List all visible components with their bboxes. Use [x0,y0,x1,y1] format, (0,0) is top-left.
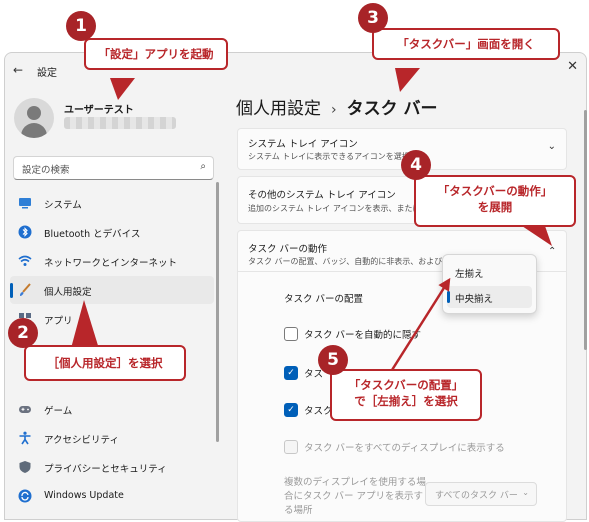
card-title: システム トレイ アイコン [248,139,358,150]
main-scrollbar[interactable] [584,110,587,350]
sidebar-item-label: ゲーム [44,406,73,417]
sidebar-item-accessibility[interactable]: アクセシビリティ [10,424,214,452]
callout-2: ［個人用設定］を選択 [24,345,186,381]
sidebar-item-label: ネットワークとインターネット [44,258,178,269]
breadcrumb: 個人用設定 › タスク バー [236,94,438,119]
close-icon[interactable]: ✕ [567,59,578,74]
sidebar-item-label: プライバシーとセキュリティ [44,464,167,475]
accessibility-icon [18,431,32,445]
sidebar-item-network[interactable]: ネットワークとインターネット [10,247,214,275]
active-indicator [10,283,13,298]
back-arrow-icon[interactable]: ← [13,63,23,77]
callout-5-line1: 「タスクバーの配置」 [348,378,464,392]
callout-3-text: 「タスクバー」画面を開く [397,37,535,51]
all-displays-label: タスク バーをすべてのディスプレイに表示する [304,443,505,454]
app-title: 設定 [37,68,57,79]
monitor-icon [18,196,32,210]
all-displays-checkbox[interactable] [284,440,298,454]
page-title: タスク バー [346,99,438,119]
user-email-blurred [64,117,176,129]
chevron-down-icon: ⌄ [547,141,556,152]
card-title: その他のシステム トレイ アイコン [248,190,396,201]
step-badge-4: 4 [401,150,431,180]
callout-5-line2: で［左揃え］を選択 [354,394,458,408]
selected-indicator [447,291,450,303]
callout-5: 「タスクバーの配置」 で［左揃え］を選択 [330,369,482,421]
breadcrumb-parent[interactable]: 個人用設定 [236,99,321,119]
option-left[interactable]: 左揃え [455,266,484,280]
badges-checkbox[interactable]: ✓ [284,366,298,380]
callout-4: 「タスクバーの動作」 を展開 [414,175,576,227]
avatar-body-icon [21,123,47,138]
taskbar-alignment-label: タスク バーの配置 [284,294,364,305]
card-subtitle: タスク バーの配置、バッジ、自動的に非表示、および複数 [248,257,453,266]
multi-display-value: すべてのタスク バー [435,491,518,501]
sidebar-item-label: 個人用設定 [44,287,92,298]
card-title: タスク バーの動作 [248,244,328,255]
step-badge-3: 3 [358,3,388,33]
multi-display-label: る場所 [284,505,313,516]
avatar-head-icon [27,106,41,120]
card-subtitle: システム トレイに表示できるアイコンを選択しま [248,152,426,161]
wifi-icon [18,254,32,268]
user-avatar[interactable] [14,98,54,138]
search-icon: ⌕ [200,161,206,172]
chevron-up-icon[interactable]: ⌃ [548,246,556,257]
sidebar-item-bluetooth[interactable]: Bluetooth とデバイス [10,218,214,246]
auto-hide-label: タスク バーを自動的に隠す [304,330,422,341]
sidebar-item-system[interactable]: システム [10,189,214,217]
sidebar-item-label: システム [44,200,82,211]
multi-display-label: 合にタスク バー アプリを表示す [284,491,424,502]
search-box[interactable]: 設定の検索 ⌕ [13,156,214,180]
flashing-checkbox[interactable]: ✓ [284,403,298,417]
step-badge-1: 1 [66,11,96,41]
callout-4-line1: 「タスクバーの動作」 [437,184,553,198]
brush-icon [18,283,32,297]
step-badge-5: 5 [318,345,348,375]
callout-1: 「設定」アプリを起動 [84,38,228,70]
breadcrumb-separator: › [331,102,337,118]
search-placeholder: 設定の検索 [22,165,70,176]
auto-hide-checkbox[interactable] [284,327,298,341]
sidebar-item-label: Windows Update [44,490,124,501]
sidebar-item-privacy[interactable]: プライバシーとセキュリティ [10,453,214,481]
multi-display-label: 複数のディスプレイを使用する場 [284,477,426,488]
multi-display-dropdown[interactable]: すべてのタスク バー ⌄ [425,482,537,506]
callout-3: 「タスクバー」画面を開く [372,28,560,60]
sidebar-item-label: アプリ [44,316,73,327]
chevron-down-icon: ⌄ [522,488,529,497]
alignment-dropdown-menu: 左揃え 中央揃え [442,254,537,314]
sidebar-item-personalization[interactable]: 個人用設定 [10,276,214,304]
sidebar-item-windows-update[interactable]: Windows Update [10,482,214,510]
sidebar-item-label: Bluetooth とデバイス [44,229,141,240]
sidebar-item-label: アクセシビリティ [44,435,119,446]
option-center[interactable]: 中央揃え [455,291,493,305]
shield-icon [18,460,32,474]
callout-4-line2: を展開 [477,200,513,214]
callout-1-text: 「設定」アプリを起動 [98,47,214,61]
sidebar-item-apps[interactable]: アプリ [10,305,214,333]
gamepad-icon [18,402,32,416]
sidebar-scrollbar[interactable] [216,182,219,442]
callout-2-text: ［個人用設定］を選択 [47,356,163,370]
user-name: ユーザーテスト [64,105,134,116]
card-subtitle: 追加のシステム トレイ アイコンを表示、または非 [248,204,429,213]
flashing-label: タスク [304,406,333,417]
step-badge-2: 2 [8,318,38,348]
sidebar-item-games[interactable]: ゲーム [10,395,214,423]
bluetooth-icon [18,225,32,239]
update-icon [18,489,32,503]
